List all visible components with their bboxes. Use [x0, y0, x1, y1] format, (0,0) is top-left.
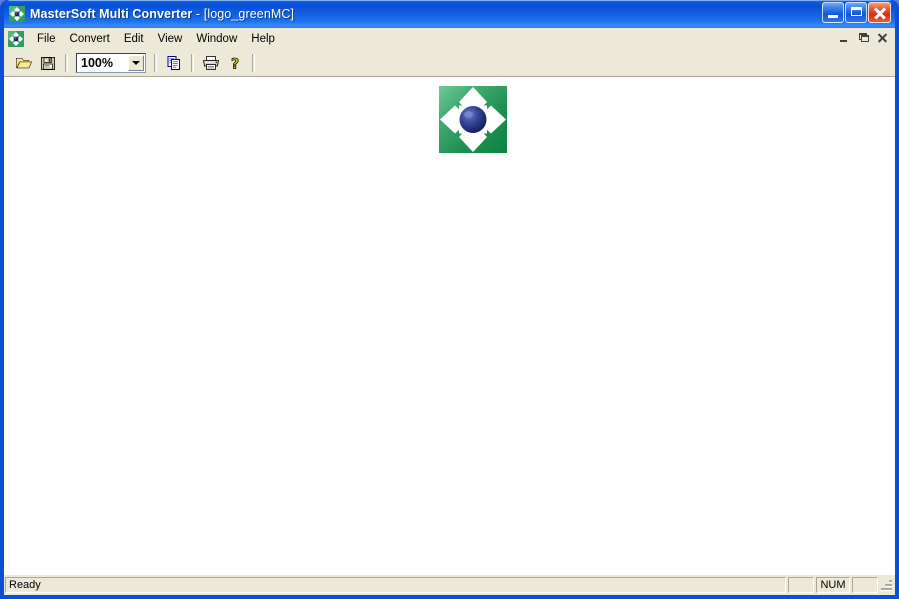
mdi-window-controls	[836, 30, 891, 46]
open-folder-icon	[16, 57, 32, 68]
mdi-minimize-button[interactable]	[836, 30, 853, 46]
app-name: MasterSoft Multi Converter	[30, 7, 193, 21]
menu-item-file[interactable]: File	[30, 30, 63, 48]
status-indicator-1	[788, 577, 814, 593]
mdi-close-button[interactable]	[874, 30, 891, 46]
status-bar: Ready NUM	[4, 574, 895, 595]
menu-item-view[interactable]: View	[151, 30, 190, 48]
logo-image[interactable]	[439, 86, 507, 153]
status-indicator-num: NUM	[816, 577, 850, 593]
zoom-value: 100%	[81, 55, 113, 70]
copy-button[interactable]	[162, 51, 186, 74]
print-icon	[203, 55, 219, 70]
toolbar: 100% ?	[4, 49, 895, 77]
window-controls	[822, 2, 891, 23]
toolbar-separator-4	[252, 53, 255, 72]
menu-item-convert[interactable]: Convert	[63, 30, 117, 48]
zoom-dropdown-button[interactable]	[128, 54, 144, 71]
document-name: - [logo_greenMC]	[195, 7, 295, 21]
toolbar-separator-2	[154, 53, 157, 72]
menu-item-help[interactable]: Help	[244, 30, 282, 48]
minimize-button[interactable]	[822, 2, 844, 23]
status-message: Ready	[5, 577, 786, 593]
mdi-document-icon[interactable]	[8, 30, 24, 47]
application-window: MasterSoft Multi Converter - [logo_green…	[0, 0, 899, 599]
title-bar[interactable]: MasterSoft Multi Converter - [logo_green…	[4, 0, 895, 28]
mdi-minimize-icon	[840, 40, 847, 42]
close-button[interactable]	[868, 2, 891, 23]
save-floppy-icon	[41, 56, 55, 70]
minimize-icon	[828, 15, 838, 18]
app-logo-icon[interactable]	[9, 6, 25, 22]
toolbar-separator-3	[191, 53, 194, 72]
document-client-area[interactable]	[4, 77, 895, 574]
maximize-icon	[851, 7, 862, 16]
resize-grip[interactable]	[879, 578, 893, 592]
window-inner: File Convert Edit View Window Help 100% …	[4, 28, 895, 595]
zoom-combo[interactable]: 100%	[76, 52, 146, 73]
print-button[interactable]	[199, 51, 223, 74]
copy-icon	[167, 55, 180, 70]
mdi-restore-button[interactable]	[855, 30, 872, 46]
help-question-icon: ?	[231, 56, 240, 71]
menu-item-edit[interactable]: Edit	[117, 30, 151, 48]
status-indicator-3	[852, 577, 878, 593]
menu-item-window[interactable]: Window	[189, 30, 244, 48]
open-button[interactable]	[12, 51, 36, 74]
svg-text:?: ?	[231, 56, 239, 71]
mdi-restore-icon-2	[861, 35, 869, 42]
window-title: MasterSoft Multi Converter - [logo_green…	[30, 7, 294, 21]
chevron-down-icon	[132, 60, 140, 65]
maximize-button[interactable]	[845, 2, 867, 23]
toolbar-separator-1	[65, 53, 68, 72]
help-button[interactable]: ?	[223, 51, 247, 74]
menu-bar: File Convert Edit View Window Help	[4, 28, 895, 49]
save-button[interactable]	[36, 51, 60, 74]
